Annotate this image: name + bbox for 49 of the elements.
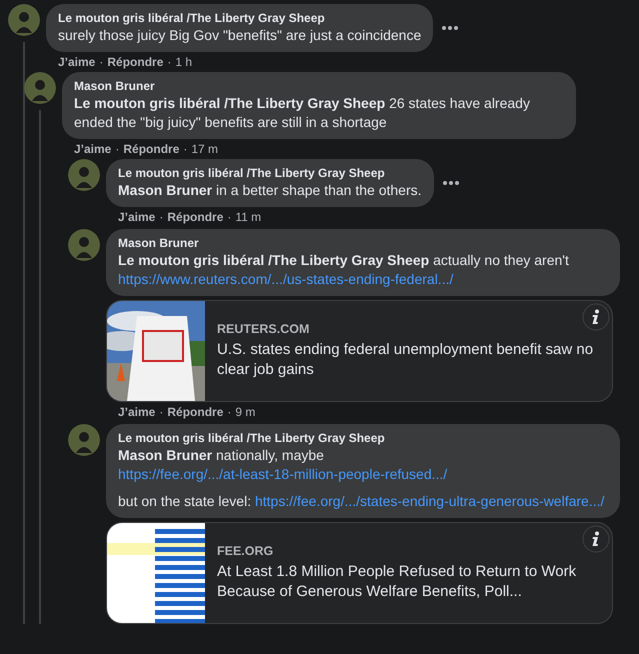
action-link[interactable]: J’aime (58, 55, 96, 69)
action-link[interactable]: J’aime (74, 142, 112, 156)
action-link[interactable]: Répondre (167, 405, 224, 419)
link-preview[interactable]: REUTERS.COM U.S. states ending federal unemployment benefit saw no clear job gains (106, 300, 613, 402)
separator-dot: · (183, 142, 188, 156)
separator-dot: · (227, 210, 232, 224)
author-name[interactable]: Mason Bruner (118, 235, 608, 251)
author-name[interactable]: Le mouton gris libéral /The Liberty Gray Sheep (118, 430, 608, 446)
link-preview[interactable]: FEE.ORG At Least 1.8 Million People Refused to Return to Work Because of Generous Welfare Benefits, Poll... (106, 522, 613, 624)
preview-title: At Least 1.8 Million People Refused to Return to Work Because of Generous Welfare Benefits, Poll... (217, 562, 578, 602)
separator-dot: · (99, 55, 104, 69)
preview-domain: FEE.ORG (217, 544, 274, 558)
info-icon[interactable] (582, 525, 610, 553)
separator-dot: · (227, 405, 232, 419)
action-link[interactable]: Répondre (107, 55, 164, 69)
action-link[interactable]: Répondre (167, 210, 224, 224)
comment-text: Mason Bruner in a better shape than the others. (118, 181, 422, 200)
author-name[interactable]: Le mouton gris libéral /The Liberty Gray Sheep (118, 165, 422, 181)
preview-domain: REUTERS.COM (217, 322, 310, 336)
timestamp[interactable]: 11 m (235, 210, 262, 224)
comment-text: Le mouton gris libéral /The Liberty Gray Sheep actually no they aren't https://www.reuters.com/.../us-states-ending-federal.../ (118, 251, 570, 289)
separator-dot: · (159, 210, 164, 224)
author-name[interactable]: Mason Bruner (74, 78, 564, 94)
link[interactable]: https://fee.org/.../at-least-18-million-people-refused.../ (118, 466, 448, 482)
comment-text: Mason Bruner nationally, maybe https://fee.org/.../at-least-18-million-people-refused.../ (118, 446, 448, 484)
avatar[interactable] (68, 424, 100, 456)
action-link[interactable]: J’aime (118, 405, 156, 419)
comment-text: surely those juicy Big Gov "benefits" are just a coincidence (58, 26, 422, 45)
preview-title: U.S. states ending federal unemployment benefit saw no clear job gains (217, 340, 594, 380)
timestamp[interactable]: 1 h (175, 55, 192, 69)
comment-text: but on the state level: https://fee.org/.../states-ending-ultra-generous-welfare.../ (118, 492, 606, 511)
avatar[interactable] (24, 72, 56, 104)
separator-dot: · (159, 405, 164, 419)
comment-text: Le mouton gris libéral /The Liberty Gray Sheep 26 states have already ended the "big juicy" benefits are still in a shortage (74, 94, 531, 132)
avatar[interactable] (68, 229, 100, 261)
info-icon[interactable] (582, 303, 610, 331)
more-options-icon[interactable] (442, 180, 460, 186)
link[interactable]: https://www.reuters.com/.../us-states-ending-federal.../ (118, 271, 454, 287)
timestamp[interactable]: 9 m (235, 405, 256, 419)
author-name[interactable]: Le mouton gris libéral /The Liberty Gray Sheep (58, 10, 422, 26)
action-link[interactable]: J’aime (118, 210, 156, 224)
more-options-icon[interactable] (441, 25, 460, 31)
action-link[interactable]: Répondre (123, 142, 180, 156)
separator-dot: · (167, 55, 172, 69)
link[interactable]: https://fee.org/.../states-ending-ultra-generous-welfare.../ (254, 493, 604, 509)
avatar[interactable] (8, 4, 40, 36)
timestamp[interactable]: 17 m (191, 142, 218, 156)
avatar[interactable] (68, 159, 100, 191)
separator-dot: · (115, 142, 120, 156)
